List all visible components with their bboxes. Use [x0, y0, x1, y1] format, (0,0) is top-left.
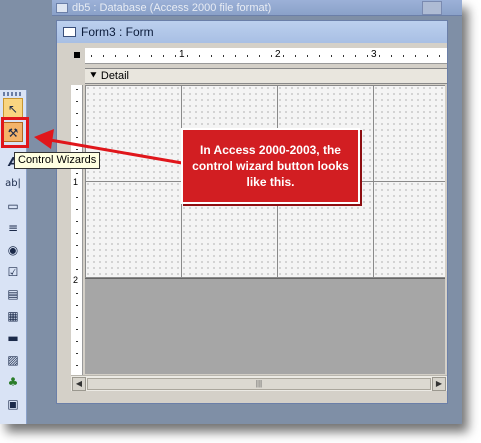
control-wizards-tooltip: Control Wizards [14, 152, 101, 169]
detail-section-bar[interactable]: ⯆ Detail [85, 68, 447, 84]
ruler-ticks [76, 89, 78, 379]
ruler-mark: 1 [177, 49, 187, 60]
command-button-icon[interactable]: ▬ [3, 328, 23, 348]
form-selector[interactable] [71, 49, 83, 61]
vertical-ruler[interactable]: 1 2 [71, 85, 83, 385]
scroll-right-icon[interactable]: ▶ [432, 377, 446, 391]
horizontal-ruler[interactable]: 1 2 3 [85, 48, 447, 64]
callout-text: In Access 2000-2003, the control wizard … [192, 143, 349, 189]
database-icon [56, 3, 68, 13]
image-icon[interactable]: ▨ [3, 350, 23, 370]
ruler-mark: 2 [73, 275, 79, 285]
wizard-highlight-box [1, 117, 29, 148]
option-group-icon[interactable]: ▭ [3, 196, 23, 216]
section-arrow-icon: ⯆ [89, 70, 98, 82]
toolbox-grip[interactable] [3, 92, 23, 96]
form-window-titlebar[interactable]: Form3 : Form [57, 21, 447, 43]
option-button-icon[interactable]: ◉ [3, 240, 23, 260]
bound-object-frame-icon[interactable]: ▣ [3, 394, 23, 414]
textbox-icon[interactable]: ab| [3, 174, 23, 194]
ruler-ticks [91, 55, 443, 57]
section-label: Detail [100, 70, 129, 82]
form-background-area [85, 279, 445, 374]
annotation-callout: In Access 2000-2003, the control wizard … [181, 128, 360, 204]
database-window-titlebar[interactable]: db5 : Database (Access 2000 file format) [52, 0, 462, 16]
form-icon [63, 27, 76, 37]
horizontal-scrollbar[interactable]: ◀ ||| ▶ [71, 375, 447, 391]
window-button[interactable] [422, 1, 442, 15]
screenshot-frame: db5 : Database (Access 2000 file format)… [0, 0, 462, 424]
combo-box-icon[interactable]: ▤ [3, 284, 23, 304]
unbound-object-frame-icon[interactable]: ♣ [3, 372, 23, 392]
check-box-icon[interactable]: ☑ [3, 262, 23, 282]
ruler-mark: 1 [73, 177, 79, 187]
form-window-title: Form3 : Form [81, 25, 154, 39]
ruler-mark: 3 [369, 49, 379, 60]
database-window-title: db5 : Database (Access 2000 file format) [72, 2, 272, 14]
scroll-left-icon[interactable]: ◀ [72, 377, 86, 391]
toggle-button-icon[interactable]: ≡ [3, 218, 23, 238]
list-box-icon[interactable]: ▦ [3, 306, 23, 326]
select-objects-icon[interactable]: ↖ [3, 98, 23, 118]
ruler-mark: 2 [273, 49, 283, 60]
form-design-window: Form3 : Form 1 2 3 ⯆ Detail 1 2 ◀ ||| ▶ [56, 20, 448, 404]
scrollbar-thumb[interactable]: ||| [87, 378, 431, 390]
